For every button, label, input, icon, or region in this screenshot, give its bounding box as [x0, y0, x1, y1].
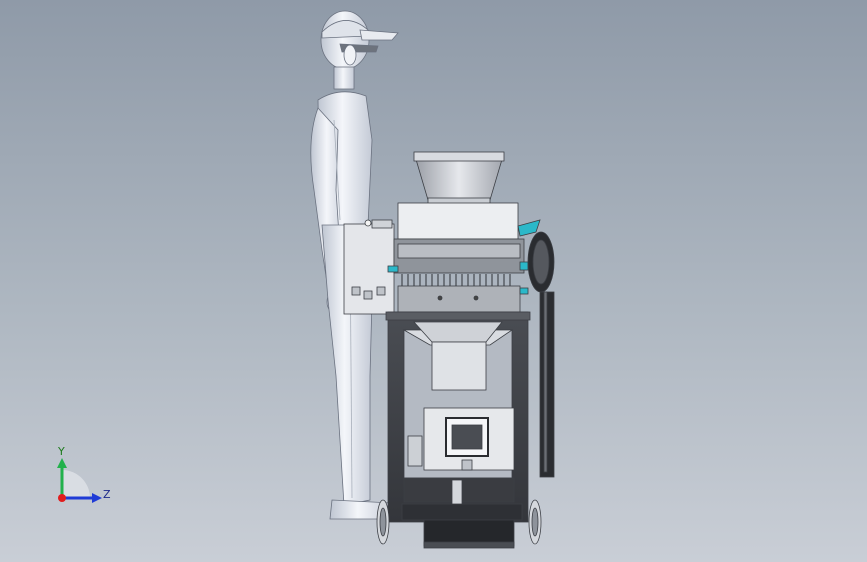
upper-housing [397, 202, 519, 240]
x-axis-dot [58, 494, 66, 502]
cad-viewport[interactable]: Y Z [0, 0, 867, 562]
y-axis-label: Y [57, 445, 65, 458]
roller-teeth [401, 274, 511, 286]
machine-assembly-icon[interactable] [343, 151, 555, 549]
cap-visor [359, 29, 399, 41]
control-box [343, 223, 395, 315]
model-view[interactable]: Y Z [0, 0, 867, 562]
axis-triad: Y Z [57, 445, 111, 503]
lower-plate [397, 285, 521, 313]
hopper-shape [414, 155, 504, 201]
base-plate [401, 503, 523, 521]
z-axis-label: Z [103, 488, 111, 501]
